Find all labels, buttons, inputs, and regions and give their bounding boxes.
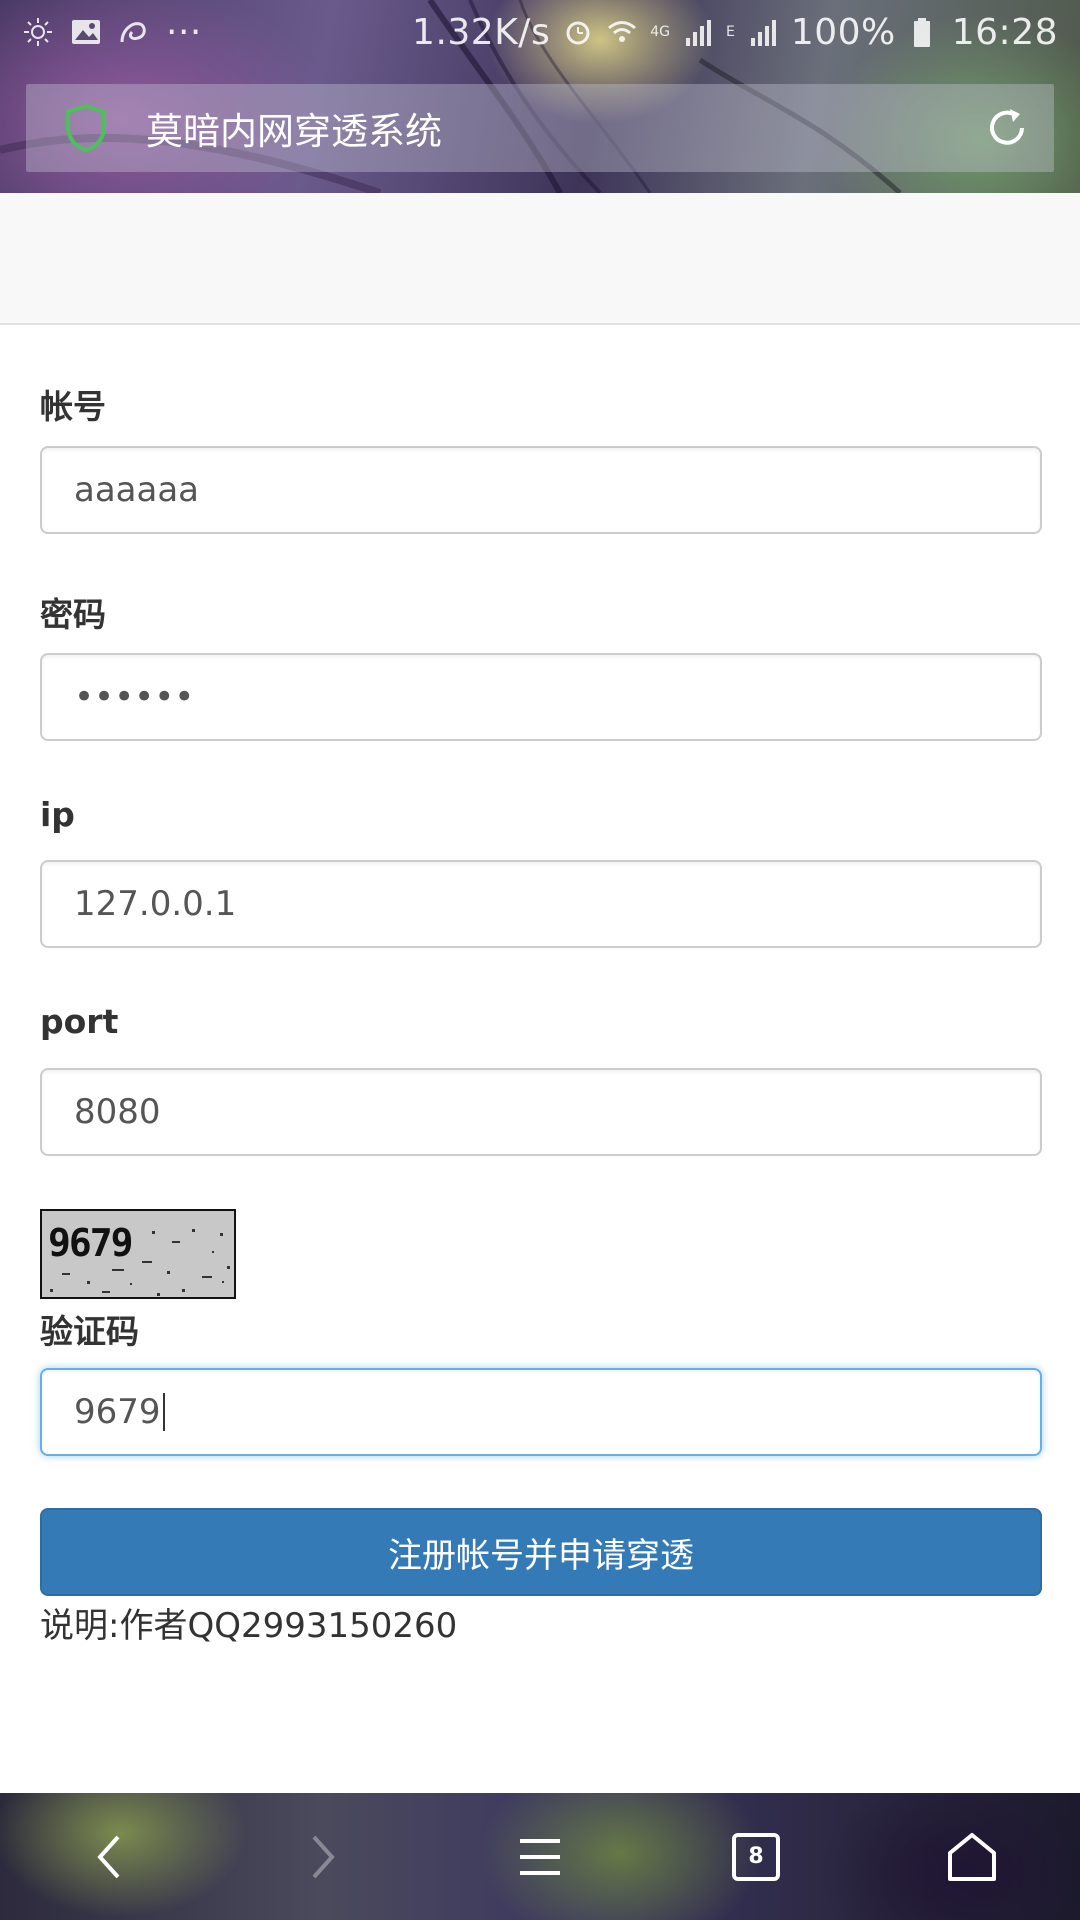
menu-icon — [520, 1838, 560, 1875]
screen: ··· 1.32K/s 4G E 100% 16:28 莫暗内网穿透系统 帐号 … — [0, 0, 1080, 1920]
shield-icon — [66, 103, 106, 153]
account-value: aaaaaa — [74, 470, 200, 510]
captcha-text: 9679 — [48, 1221, 134, 1265]
tabs-icon: 8 — [732, 1832, 780, 1881]
more-icon: ··· — [166, 11, 202, 53]
alarm-icon — [566, 21, 590, 45]
battery-icon — [913, 18, 930, 47]
image-icon — [72, 20, 100, 44]
captcha-input[interactable]: 9679 — [40, 1368, 1042, 1456]
back-icon — [97, 1835, 120, 1878]
account-label: 帐号 — [40, 387, 106, 426]
signal-icon — [685, 20, 711, 46]
network-type: 4G — [650, 24, 670, 40]
network-type-2: E — [725, 24, 735, 40]
password-label: 密码 — [40, 595, 106, 634]
captcha-value: 9679 — [74, 1392, 161, 1432]
wifi-icon — [608, 21, 637, 42]
text-caret — [162, 1393, 165, 1431]
captcha-image[interactable]: 9679 — [40, 1209, 236, 1299]
home-icon — [948, 1832, 996, 1881]
network-speed: 1.32K/s — [412, 11, 551, 53]
forward-button[interactable] — [284, 1817, 364, 1897]
clock: 16:28 — [951, 11, 1058, 53]
author-note: 说明:作者QQ2993150260 — [40, 1606, 458, 1646]
page-header-panel — [0, 193, 1080, 325]
refresh-icon[interactable] — [982, 103, 1032, 153]
brightness-icon — [24, 18, 52, 46]
port-input[interactable]: 8080 — [40, 1068, 1042, 1156]
captcha-label: 验证码 — [40, 1312, 139, 1351]
register-submit-button[interactable]: 注册帐号并申请穿透 — [40, 1508, 1042, 1596]
password-input[interactable]: •••••• — [40, 653, 1042, 741]
battery-percent: 100% — [790, 11, 896, 53]
status-bar: ··· 1.32K/s 4G E 100% 16:28 — [0, 0, 1080, 64]
address-bar[interactable]: 莫暗内网穿透系统 — [26, 84, 1054, 172]
port-label: port — [40, 1002, 119, 1041]
forward-icon — [312, 1835, 335, 1878]
account-input[interactable]: aaaaaa — [40, 446, 1042, 534]
page-title[interactable]: 莫暗内网穿透系统 — [146, 101, 442, 155]
ip-input[interactable]: 127.0.0.1 — [40, 860, 1042, 948]
signal-icon-2 — [750, 20, 776, 46]
tab-count: 8 — [748, 1844, 764, 1869]
port-value: 8080 — [74, 1092, 161, 1132]
menu-button[interactable] — [500, 1817, 580, 1897]
password-value: •••••• — [74, 677, 195, 717]
ip-label: ip — [40, 795, 75, 834]
tabs-button[interactable]: 8 — [716, 1817, 796, 1897]
ip-value: 127.0.0.1 — [74, 884, 237, 924]
home-button[interactable] — [932, 1817, 1012, 1897]
back-button[interactable] — [68, 1817, 148, 1897]
browser-bottom-nav: 8 — [0, 1793, 1080, 1920]
uc-browser-icon — [120, 22, 146, 43]
